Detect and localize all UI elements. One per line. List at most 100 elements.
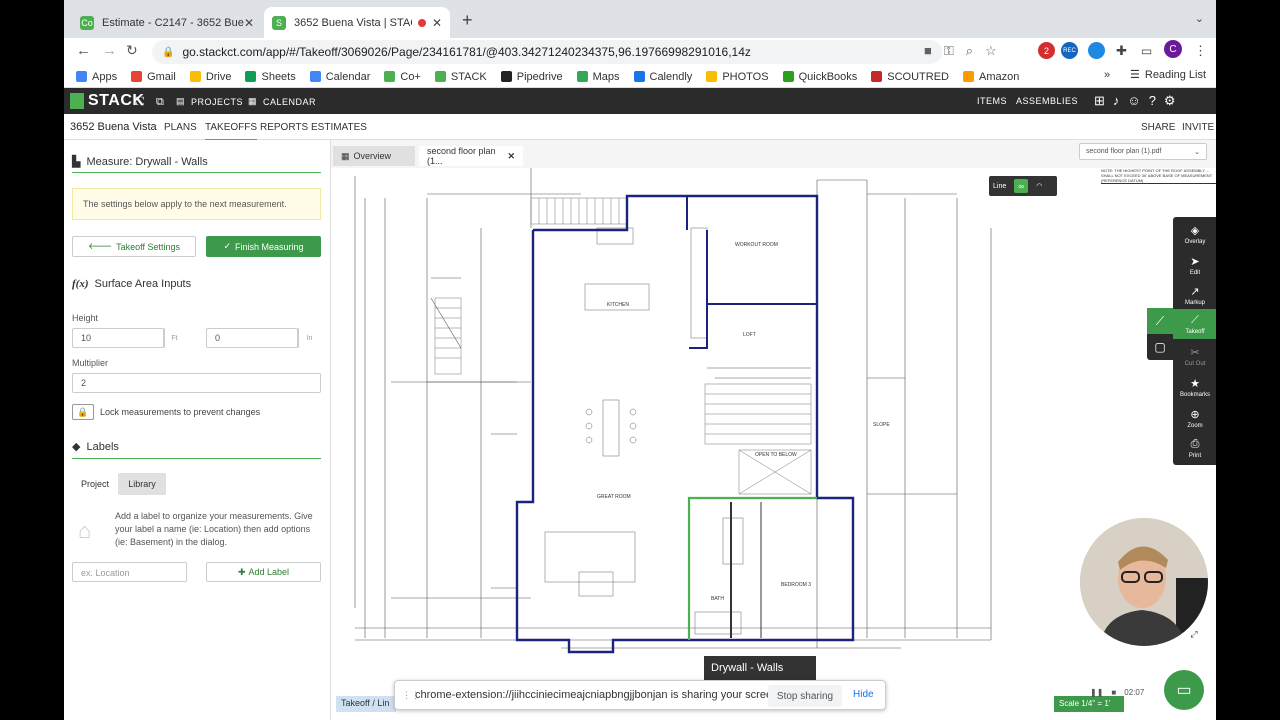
lock-measurements-toggle[interactable]: 🔒 Lock measurements to prevent changes (72, 404, 260, 420)
area-tool-icon[interactable]: ▢ (1147, 334, 1173, 360)
rail-print[interactable]: ⎙ Print (1173, 433, 1216, 463)
nav-projects-label: PROJECTS (191, 96, 244, 107)
rail-cutout[interactable]: ✂ Cut Out (1173, 341, 1216, 371)
stop-sharing-button[interactable]: Stop sharing (768, 685, 842, 707)
browser-tab-stack[interactable]: S 3652 Buena Vista | STACK ✕ (264, 7, 450, 38)
new-tab-plus-icon[interactable]: + (462, 10, 473, 31)
rail-edit[interactable]: ➤ Edit (1173, 250, 1216, 280)
drag-handle-icon[interactable]: ⋮⋮ (402, 690, 420, 701)
bookmark-favicon-icon (576, 71, 588, 82)
multiplier-input[interactable]: 2 (72, 373, 321, 393)
tab-sheet[interactable]: second floor plan (1... ✕ (419, 146, 523, 166)
reading-list[interactable]: ☰ Reading List (1130, 68, 1206, 82)
pause-icon[interactable]: ❚❚ (1090, 688, 1103, 697)
takeoff-settings-button[interactable]: 🡐 Takeoff Settings (72, 236, 196, 257)
users-icon[interactable]: ☺ (1127, 93, 1140, 109)
close-tab-icon[interactable]: ✕ (432, 16, 442, 30)
rail-zoom[interactable]: ⊕ Zoom (1173, 403, 1216, 433)
bell-icon[interactable]: ♪ (1113, 93, 1120, 109)
browser-tab-strip: Co Estimate - C2147 - 3652 Buena ✕ S 365… (64, 0, 1216, 38)
bookmark-gmail[interactable]: Gmail (131, 71, 176, 83)
tab-project[interactable]: Project (72, 473, 118, 495)
tab-plans[interactable]: PLANS (164, 122, 197, 133)
open-external-icon[interactable]: ⧉ (156, 96, 164, 109)
arc-icon[interactable]: ◠ (1036, 182, 1042, 190)
nav-assemblies[interactable]: ASSEMBLIES (1016, 96, 1078, 106)
floor-plan-drawing[interactable]: WORKOUT ROOM KITCHEN GREAT ROOM BEDROOM … (331, 168, 1216, 720)
share-link[interactable]: SHARE (1141, 122, 1175, 133)
bookmark-star-icon[interactable]: ☆ (985, 43, 997, 59)
key-icon[interactable]: ⚿ (944, 43, 954, 59)
tab-overview[interactable]: ▦ Overview (333, 146, 415, 166)
tab-estimates[interactable]: ESTIMATES (311, 122, 367, 133)
bookmark-pipedrive[interactable]: Pipedrive (500, 71, 563, 83)
height-feet-input[interactable]: 10 (72, 328, 164, 348)
finish-measuring-button[interactable]: ✓ Finish Measuring (206, 236, 321, 257)
expand-video-icon[interactable]: ⤢ (1186, 626, 1202, 642)
labels-tabs: Project Library (72, 473, 166, 495)
bookmark-maps[interactable]: Maps (576, 70, 620, 83)
forward-arrow-icon[interactable]: → (102, 42, 117, 59)
tab-library[interactable]: Library (118, 473, 166, 495)
zoom-icon[interactable]: ⌕ (966, 43, 973, 59)
rec-extension-icon[interactable]: REC (1061, 42, 1078, 59)
linear-tool-icon[interactable]: ⟋ (1147, 308, 1173, 334)
bookmark-sheets[interactable]: Sheets (245, 71, 296, 83)
tab-takeoffs[interactable]: TAKEOFFS (205, 122, 258, 141)
bookmark-calendar[interactable]: Calendar (309, 71, 370, 83)
close-tab-icon[interactable]: ✕ (244, 16, 254, 30)
bookmark-stack[interactable]: STACK (434, 71, 487, 83)
extensions-puzzle-icon[interactable]: ✚ (1113, 42, 1130, 59)
line-tool-box[interactable]: Line ∞ ◠ (989, 176, 1057, 196)
address-bar[interactable]: 🔒 go.stackct.com/app/#/Takeoff/3069026/P… (152, 40, 942, 64)
nav-calendar[interactable]: ▦ CALENDAR (248, 96, 316, 107)
help-icon[interactable]: ? (1149, 93, 1156, 109)
bookmark-scoutred[interactable]: SCOUTRED (871, 71, 949, 83)
bookmark-drive[interactable]: Drive (189, 71, 231, 83)
extension-circle-icon[interactable] (1088, 42, 1105, 59)
location-input[interactable]: ex. Location (72, 562, 187, 582)
profile-avatar[interactable]: C (1164, 40, 1182, 58)
rail-takeoff[interactable]: ⟋ Takeoff (1173, 309, 1216, 339)
fullscreen-icon[interactable]: ⛶ (136, 96, 144, 109)
cutout-icon: ✂ (1190, 346, 1200, 359)
stop-icon[interactable]: ■ (1111, 688, 1116, 697)
bookmark-label: Maps (592, 70, 620, 83)
stack-logo[interactable]: STACK (70, 92, 144, 110)
camera-icon[interactable]: ■ (924, 43, 932, 59)
browser-menu-icon[interactable]: ⋮ (1192, 42, 1209, 59)
tab-reports[interactable]: REPORTS (260, 122, 308, 133)
nav-items[interactable]: ITEMS (977, 96, 1007, 106)
rail-markup[interactable]: ↗ Markup (1173, 280, 1216, 310)
hide-button[interactable]: Hide (853, 689, 874, 700)
takeoff-bottom-tab[interactable]: Takeoff / Lin (336, 696, 396, 712)
more-bookmarks-chevron-icon[interactable]: » (1104, 69, 1110, 81)
back-arrow-icon[interactable]: ← (76, 42, 91, 59)
gift-icon[interactable]: ⊞ (1094, 93, 1105, 109)
bookmark-apps[interactable]: Apps (76, 71, 117, 83)
tab-search-chevron-icon[interactable]: ⌄ (1195, 12, 1204, 25)
tab-overview-label: Overview (353, 151, 392, 161)
nav-projects[interactable]: ▤ PROJECTS (176, 96, 243, 107)
chat-button[interactable]: ▭ (1164, 670, 1204, 710)
rail-bookmarks[interactable]: ★ Bookmarks (1173, 372, 1216, 402)
bookmark-amazon[interactable]: Amazon (963, 71, 1019, 83)
bookmark-co-[interactable]: Co+ (384, 71, 421, 83)
file-select[interactable]: second floor plan (1).pdf ⌄ (1079, 143, 1207, 160)
link-icon[interactable]: ∞ (1014, 179, 1029, 193)
invite-link[interactable]: INVITE (1182, 122, 1214, 133)
close-sheet-icon[interactable]: ✕ (507, 151, 515, 162)
stack-top-bar: STACK ⛶ ⧉ ▤ PROJECTS ▦ CALENDAR ITEMS AS… (64, 88, 1216, 114)
extension-badge-icon[interactable]: 2 (1038, 42, 1055, 59)
bookmark-quickbooks[interactable]: QuickBooks (782, 71, 857, 83)
reload-icon[interactable]: ↻ (126, 42, 138, 59)
browser-tab-estimate[interactable]: Co Estimate - C2147 - 3652 Buena ✕ (72, 7, 262, 38)
rail-overlay[interactable]: ◈ Overlay (1173, 219, 1216, 249)
height-inches-input[interactable]: 0 (206, 328, 298, 348)
add-label-button[interactable]: ✚ Add Label (206, 562, 321, 582)
bookmark-favicon-icon (782, 71, 794, 82)
settings-users-icon[interactable]: ⚙ (1164, 93, 1176, 109)
bookmark-calendly[interactable]: Calendly (633, 71, 692, 83)
cast-icon[interactable]: ▭ (1138, 42, 1155, 59)
bookmark-photos[interactable]: PHOTOS (706, 71, 769, 83)
